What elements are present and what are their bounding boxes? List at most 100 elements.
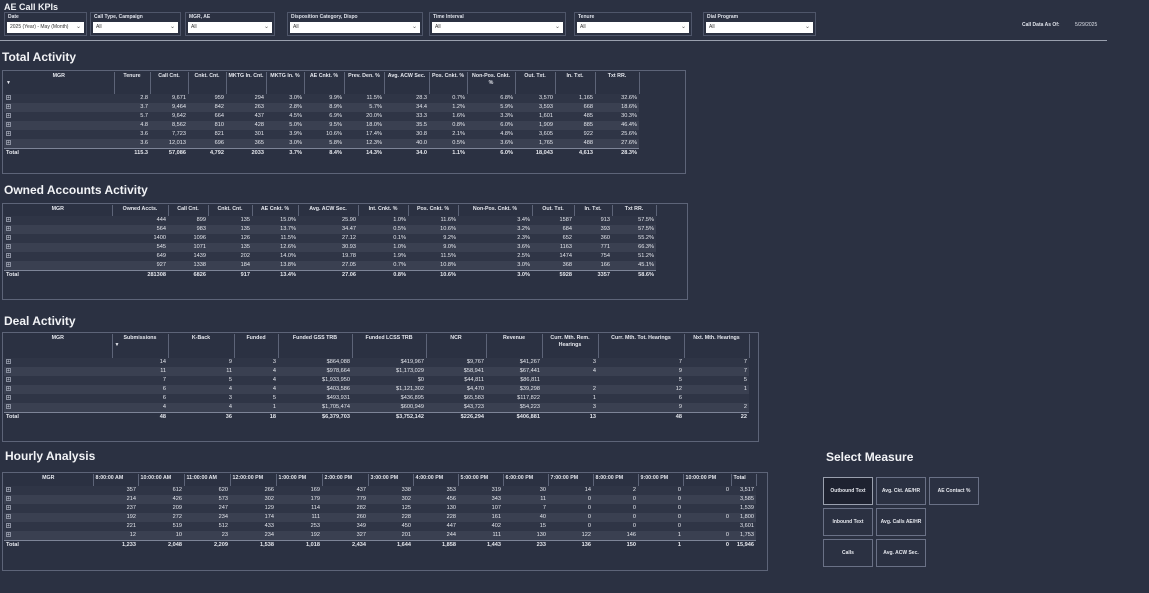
table-row[interactable]: +444 899 135 15.0% 25.90 1.0% 11.6% 3.4% 1587 913… [4, 216, 656, 225]
table-row[interactable]: +564 983 135 13.7% 34.47 0.5% 10.6% 3.2% 684 393 5… [4, 225, 656, 234]
filter-call-type[interactable]: Call Type, Campaign All ⌄ [90, 12, 181, 36]
filter-dropdown[interactable]: All ⌄ [93, 22, 178, 33]
filter-mgr-ae[interactable]: MGR, AE All ⌄ [185, 12, 275, 36]
column-header-12-00-00-pm[interactable]: 12:00:00 PM [230, 474, 277, 486]
column-header-avg-acw-sec[interactable]: Avg. ACW Sec. [298, 205, 359, 216]
column-header-mgr[interactable]: MGR ▼ [4, 72, 115, 94]
table-row[interactable]: +4 4 1 $1,705,474 $600,949 $43,723 $54,223 3 9 2 [4, 403, 749, 413]
column-header-pos-cnkt[interactable]: Pos. Cnkt. % [408, 205, 459, 216]
plus-box-icon[interactable]: + [6, 262, 11, 268]
table-row[interactable]: +6 3 5 $493,931 $436,895 $65,583 $117,822 1 6 [4, 394, 749, 403]
column-header-8-00-00-am[interactable]: 8:00:00 AM [93, 474, 139, 486]
column-header-curr-mth-tot-hearings[interactable]: Curr. Mth. Tot. Hearings [598, 334, 685, 358]
column-header-7-00-00-pm[interactable]: 7:00:00 PM [548, 474, 594, 486]
measure-button-outbound-text[interactable]: Outbound Text [823, 477, 873, 505]
column-header-4-00-00-pm[interactable]: 4:00:00 PM [413, 474, 459, 486]
table-row[interactable]: +221 519 512 433 253 349 450 447 402 15 0 0 0 3,601 [4, 522, 756, 531]
plus-box-icon[interactable]: + [6, 377, 11, 383]
filter-disposition[interactable]: Disposition Category, Dispo All ⌄ [287, 12, 423, 36]
plus-box-icon[interactable]: + [6, 131, 11, 137]
column-header-11-00-00-am[interactable]: 11:00:00 AM [184, 474, 231, 486]
column-header-int-cnkt[interactable]: Int. Cnkt. % [358, 205, 409, 216]
table-row[interactable]: +12 10 23 234 192 327 201 244 111 130 122 146 1 0 1,75… [4, 531, 756, 541]
table-row[interactable]: +214 426 573 302 179 779 302 456 343 11 0 0 0 3,585 [4, 495, 756, 504]
column-header-txt-rr[interactable]: Txt RR. [612, 205, 657, 216]
table-row[interactable]: +5.7 9,642 664 437 4.5% 6.9% 20.0% 33.3 1.6% 3.3%… [4, 112, 639, 121]
filter-dropdown[interactable]: 2025 (Year) - May (Month) ⌄ [7, 22, 84, 33]
measure-button-calls[interactable]: Calls [823, 539, 873, 567]
column-header-out-txt[interactable]: Out. Txt. [532, 205, 575, 216]
column-header-owned-accts[interactable]: Owned Accts. [112, 205, 169, 216]
measure-button-avg-calls-ae-hr[interactable]: Avg. Calls AE/HR [876, 508, 926, 536]
measure-button-inbound-text[interactable]: Inbound Text [823, 508, 873, 536]
column-header-cnkt-cnt[interactable]: Cnkt. Cnt. [188, 72, 227, 94]
filter-dropdown[interactable]: All ⌄ [290, 22, 420, 33]
column-header-10-00-00-am[interactable]: 10:00:00 AM [138, 474, 185, 486]
table-row[interactable]: +192 272 234 174 111 260 228 228 161 40 0 0 0 0 1,800 [4, 513, 756, 522]
column-header-3-00-00-pm[interactable]: 3:00:00 PM [368, 474, 414, 486]
sort-down-icon[interactable]: ▼ [6, 80, 112, 87]
column-header-k-back[interactable]: K-Back [168, 334, 235, 358]
table-row[interactable]: +3.6 7,723 821 301 3.9% 10.6% 17.4% 30.8 2.1% 4.8… [4, 130, 639, 139]
table-row[interactable]: +11 11 4 $978,664 $1,173,029 $58,941 $67,441 4 9… [4, 367, 749, 376]
column-header-revenue[interactable]: Revenue [486, 334, 543, 358]
table-row[interactable]: +3.6 12,013 696 365 3.0% 5.8% 12.3% 40.0 0.5% 3.6… [4, 139, 639, 149]
column-header-funded-lcss-trb[interactable]: Funded LCSS TRB [352, 334, 427, 358]
column-header-call-cnt[interactable]: Call Cnt. [168, 205, 209, 216]
column-header-call-cnt[interactable]: Call Cnt. [150, 72, 189, 94]
column-header-funded-gss-trb[interactable]: Funded GSS TRB [278, 334, 353, 358]
table-row[interactable]: +7 5 4 $1,933,950 $0 $44,811 $86,811 5 5 [4, 376, 749, 385]
column-header-mgr[interactable]: MGR [4, 474, 94, 486]
column-header-in-txt[interactable]: In. Txt. [555, 72, 596, 94]
measure-button-avg-ckt-ae-hr[interactable]: Avg. Ckt. AE/HR [876, 477, 926, 505]
plus-box-icon[interactable]: + [6, 253, 11, 259]
column-header-mgr[interactable]: MGR [4, 334, 113, 358]
column-header-prev-den[interactable]: Prev. Den. % [344, 72, 385, 94]
plus-box-icon[interactable]: + [6, 532, 11, 538]
plus-box-icon[interactable]: + [6, 226, 11, 232]
column-header-2-00-00-pm[interactable]: 2:00:00 PM [322, 474, 369, 486]
column-header-6-00-00-pm[interactable]: 6:00:00 PM [503, 474, 549, 486]
table-row[interactable]: +1400 1096 126 11.5% 27.12 0.1% 9.2% 2.3% 652 360… [4, 234, 656, 243]
plus-box-icon[interactable]: + [6, 235, 11, 241]
table-row[interactable]: +357 612 620 266 169 437 338 353 319 30 14 2 0 0 3,517 [4, 486, 756, 495]
plus-box-icon[interactable]: + [6, 523, 11, 529]
table-row[interactable]: +237 209 247 129 114 282 125 130 107 7 0 0 0 1,539 [4, 504, 756, 513]
column-header-cnkt-cnt[interactable]: Cnkt. Cnt. [208, 205, 253, 216]
column-header-nxt-mth-hearings[interactable]: Nxt. Mth. Hearings [684, 334, 750, 358]
column-header-9-00-00-pm[interactable]: 9:00:00 PM [638, 474, 684, 486]
filter-tenure[interactable]: Tenure All ⌄ [574, 12, 692, 36]
table-row[interactable]: +14 9 3 $864,088 $419,967 $9,767 $41,267 3 7 7 [4, 358, 749, 367]
column-header-non-pos-cnkt[interactable]: Non-Pos. Cnkt. % [467, 72, 516, 94]
column-header-mktg-in-cnt[interactable]: MKTG In. Cnt. [226, 72, 267, 94]
table-row[interactable]: +6 4 4 $403,586 $1,121,302 $4,470 $39,298 2 12 1 [4, 385, 749, 394]
column-header-tenure[interactable]: Tenure [114, 72, 151, 94]
measure-button-avg-acw-sec[interactable]: Avg. ACW Sec. [876, 539, 926, 567]
plus-box-icon[interactable]: + [6, 496, 11, 502]
plus-box-icon[interactable]: + [6, 368, 11, 374]
sort-down-icon[interactable]: ▼ [115, 342, 166, 349]
column-header-non-pos-cnkt[interactable]: Non-Pos. Cnkt. % [458, 205, 533, 216]
table-row[interactable]: +3.7 9,464 842 263 2.8% 8.9% 5.7% 34.4 1.2% 5.9% 3… [4, 103, 639, 112]
column-header-ae-cnkt[interactable]: AE Cnkt. % [304, 72, 345, 94]
filter-dropdown[interactable]: All ⌄ [706, 22, 813, 33]
plus-box-icon[interactable]: + [6, 386, 11, 392]
filter-dial-program[interactable]: Dial Program All ⌄ [703, 12, 816, 36]
plus-box-icon[interactable]: + [6, 113, 11, 119]
column-header-ncr[interactable]: NCR [426, 334, 487, 358]
column-header-ae-cnkt[interactable]: AE Cnkt. % [252, 205, 299, 216]
filter-dropdown[interactable]: All ⌄ [577, 22, 689, 33]
filter-time-interval[interactable]: Time Interval All ⌄ [429, 12, 566, 36]
column-header-avg-acw-sec[interactable]: Avg. ACW Sec. [384, 72, 430, 94]
column-header-mktg-in[interactable]: MKTG In. % [266, 72, 305, 94]
measure-button-ae-contact[interactable]: AE Contact % [929, 477, 979, 505]
plus-box-icon[interactable]: + [6, 104, 11, 110]
table-row[interactable]: +545 1071 135 12.6% 30.93 1.0% 9.0% 3.6% 1163 771… [4, 243, 656, 252]
table-row[interactable]: +2.8 9,671 959 294 3.0% 9.9% 11.5% 28.3 0.7% 6.8%… [4, 94, 639, 103]
filter-date[interactable]: Date 2025 (Year) - May (Month) ⌄ [4, 12, 87, 36]
plus-box-icon[interactable]: + [6, 359, 11, 365]
plus-box-icon[interactable]: + [6, 140, 11, 146]
plus-box-icon[interactable]: + [6, 404, 11, 410]
column-header-out-txt[interactable]: Out. Txt. [515, 72, 556, 94]
filter-dropdown[interactable]: All ⌄ [188, 22, 272, 33]
